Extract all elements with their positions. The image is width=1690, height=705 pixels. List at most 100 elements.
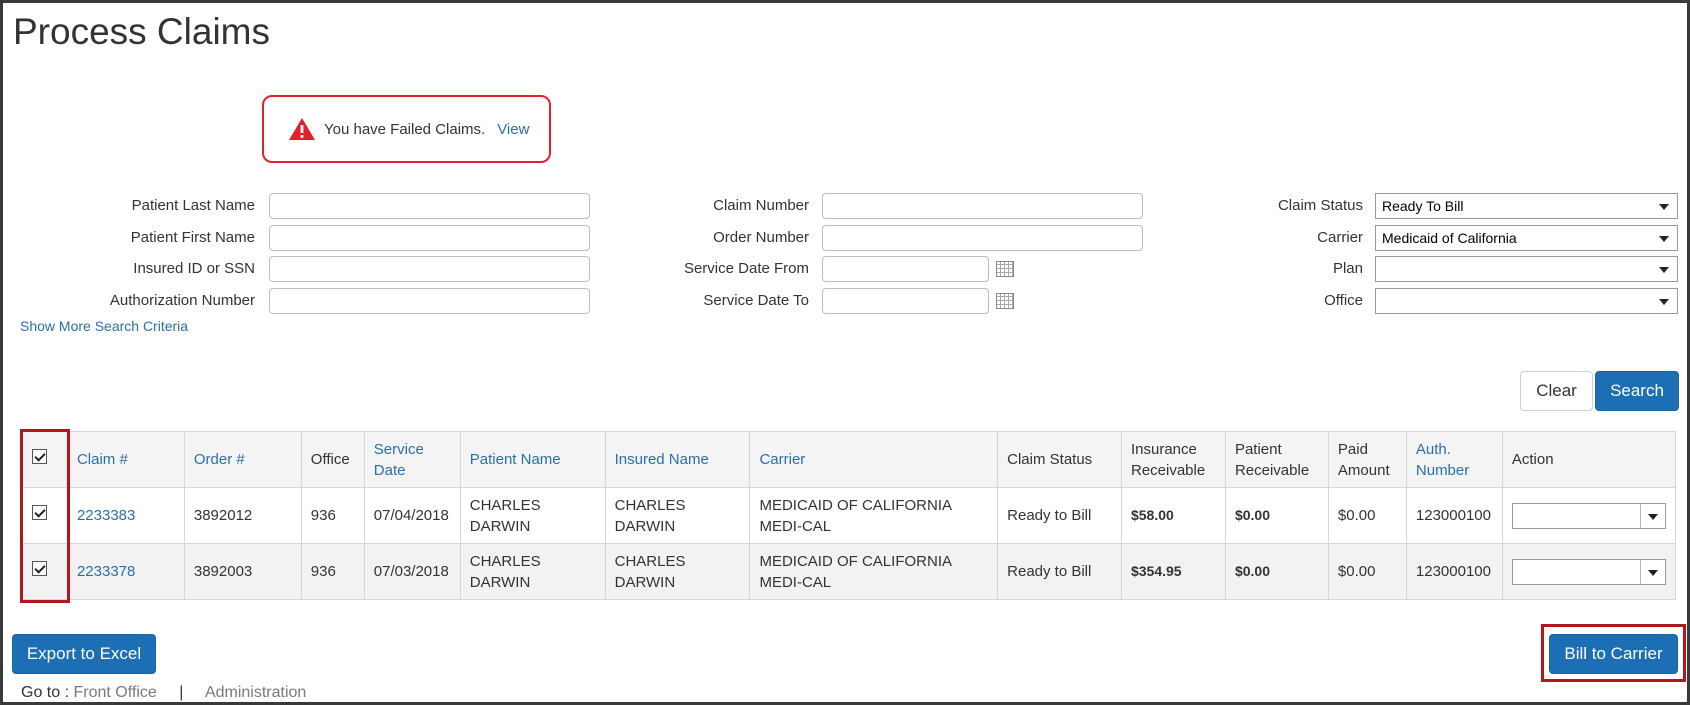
header-claim-status: Claim Status [997, 431, 1122, 488]
front-office-link[interactable]: Front Office [73, 684, 156, 701]
footer-nav: Go to : Front Office | Administration [21, 684, 306, 702]
service-date-from-label: Service Date From [683, 260, 809, 277]
header-claim-number[interactable]: Claim # [66, 431, 185, 488]
header-insurance-receivable: Insurance Receivable [1120, 431, 1226, 488]
action-cell [1501, 487, 1677, 544]
show-more-search-criteria-link[interactable]: Show More Search Criteria [20, 318, 188, 334]
header-insured-name[interactable]: Insured Name [604, 431, 751, 488]
header-auth-number[interactable]: Auth. Number [1405, 431, 1503, 488]
action-select[interactable] [1511, 558, 1666, 585]
alert-message: You have Failed Claims. [324, 120, 486, 138]
calendar-icon[interactable] [996, 293, 1014, 309]
warning-triangle-icon [289, 118, 315, 140]
insured-id-input[interactable] [269, 256, 590, 282]
patient-last-name-label: Patient Last Name [131, 197, 255, 214]
service-date-from-input[interactable] [822, 256, 989, 282]
patient-first-name-input[interactable] [269, 225, 590, 251]
patient-first-name-label: Patient First Name [130, 229, 255, 246]
header-service-date[interactable]: Service Date [363, 431, 461, 488]
order-number-cell: 3892012 [183, 487, 302, 544]
administration-link[interactable]: Administration [205, 684, 306, 701]
page: Process Claims You have Failed Claims. V… [0, 0, 1690, 705]
caret-down-icon [1647, 513, 1658, 520]
office-cell: 936 [300, 487, 365, 544]
header-action: Action [1501, 431, 1677, 488]
office-label: Office [1324, 292, 1363, 309]
claim-number-link[interactable]: 2233378 [77, 563, 135, 580]
claim-status-value: Ready To Bill [1382, 198, 1464, 214]
header-order-number[interactable]: Order # [183, 431, 302, 488]
header-carrier[interactable]: Carrier [749, 431, 999, 488]
header-patient-name[interactable]: Patient Name [459, 431, 606, 488]
office-cell: 936 [300, 543, 365, 600]
claim-status-select[interactable]: Ready To Bill [1375, 193, 1678, 219]
paid-amount-cell: $0.00 [1327, 487, 1407, 544]
bill-to-carrier-button[interactable]: Bill to Carrier [1549, 634, 1678, 674]
patient-name-cell: CHARLES DARWIN [459, 487, 606, 544]
auth-number-cell: 123000100 [1405, 543, 1503, 600]
view-failed-claims-link[interactable]: View [497, 121, 529, 138]
service-date-cell: 07/03/2018 [363, 543, 461, 600]
carrier-name: MEDICAID OF CALIFORNIA [759, 552, 952, 570]
page-title: Process Claims [13, 11, 270, 52]
service-date-to-label: Service Date To [703, 292, 809, 309]
service-date-to-input[interactable] [822, 288, 989, 314]
checkbox-column-highlight [20, 429, 70, 603]
auth-number-cell: 123000100 [1405, 487, 1503, 544]
header-patient-receivable: Patient Receivable [1224, 431, 1329, 488]
order-number-cell: 3892003 [183, 543, 302, 600]
plan-select[interactable] [1375, 256, 1678, 282]
carrier-plan: MEDI-CAL [759, 573, 832, 591]
insurance-receivable-cell: $58.00 [1120, 487, 1226, 544]
service-date-cell: 07/04/2018 [363, 487, 461, 544]
authorization-number-input[interactable] [269, 288, 590, 314]
carrier-select[interactable]: Medicaid of California [1375, 225, 1678, 251]
claim-number-link[interactable]: 2233383 [77, 507, 135, 524]
carrier-label: Carrier [1317, 229, 1363, 246]
calendar-icon[interactable] [996, 261, 1014, 277]
claim-status-cell: Ready to Bill [997, 487, 1122, 544]
clear-button[interactable]: Clear [1520, 371, 1593, 411]
patient-last-name-input[interactable] [269, 193, 590, 219]
claim-status-cell: Ready to Bill [997, 543, 1122, 600]
header-office: Office [300, 431, 365, 488]
failed-claims-alert: You have Failed Claims. View [262, 95, 551, 163]
order-number-label: Order Number [713, 229, 809, 246]
authorization-number-label: Authorization Number [109, 292, 255, 309]
claim-status-label: Claim Status [1277, 197, 1363, 214]
search-button[interactable]: Search [1595, 371, 1679, 411]
table-row: 2233378 3892003 936 07/03/2018 CHARLES D… [22, 543, 1677, 600]
insured-name-cell: CHARLES DARWIN [604, 543, 751, 600]
paid-amount-cell: $0.00 [1327, 543, 1407, 600]
patient-receivable-cell: $0.00 [1224, 543, 1329, 600]
order-number-input[interactable] [822, 225, 1143, 251]
patient-name-cell: CHARLES DARWIN [459, 543, 606, 600]
goto-label: Go to : [21, 684, 70, 701]
footer-separator: | [179, 684, 184, 701]
carrier-name: MEDICAID OF CALIFORNIA [759, 496, 952, 514]
patient-receivable-cell: $0.00 [1224, 487, 1329, 544]
action-select[interactable] [1511, 502, 1666, 529]
claim-number-input[interactable] [822, 193, 1143, 219]
caret-down-icon [1659, 267, 1669, 273]
plan-label: Plan [1332, 260, 1363, 277]
claims-table: Claim # Order # Office Service Date Pati… [22, 431, 1677, 600]
table-row: 2233383 3892012 936 07/04/2018 CHARLES D… [22, 487, 1677, 544]
insured-id-label: Insured ID or SSN [133, 260, 255, 277]
action-cell [1501, 543, 1677, 600]
claim-number-label: Claim Number [713, 197, 809, 214]
header-paid-amount: Paid Amount [1327, 431, 1407, 488]
caret-down-icon [1659, 204, 1669, 210]
table-header-row: Claim # Order # Office Service Date Pati… [22, 431, 1677, 488]
caret-down-icon [1659, 299, 1669, 305]
carrier-cell: MEDICAID OF CALIFORNIA MEDI-CAL [749, 543, 999, 600]
caret-down-icon [1659, 236, 1669, 242]
carrier-cell: MEDICAID OF CALIFORNIA MEDI-CAL [749, 487, 999, 544]
office-select[interactable] [1375, 288, 1678, 314]
carrier-plan: MEDI-CAL [759, 517, 832, 535]
insurance-receivable-cell: $354.95 [1120, 543, 1226, 600]
export-to-excel-button[interactable]: Export to Excel [12, 634, 156, 674]
caret-down-icon [1647, 569, 1658, 576]
carrier-value: Medicaid of California [1382, 230, 1517, 246]
insured-name-cell: CHARLES DARWIN [604, 487, 751, 544]
